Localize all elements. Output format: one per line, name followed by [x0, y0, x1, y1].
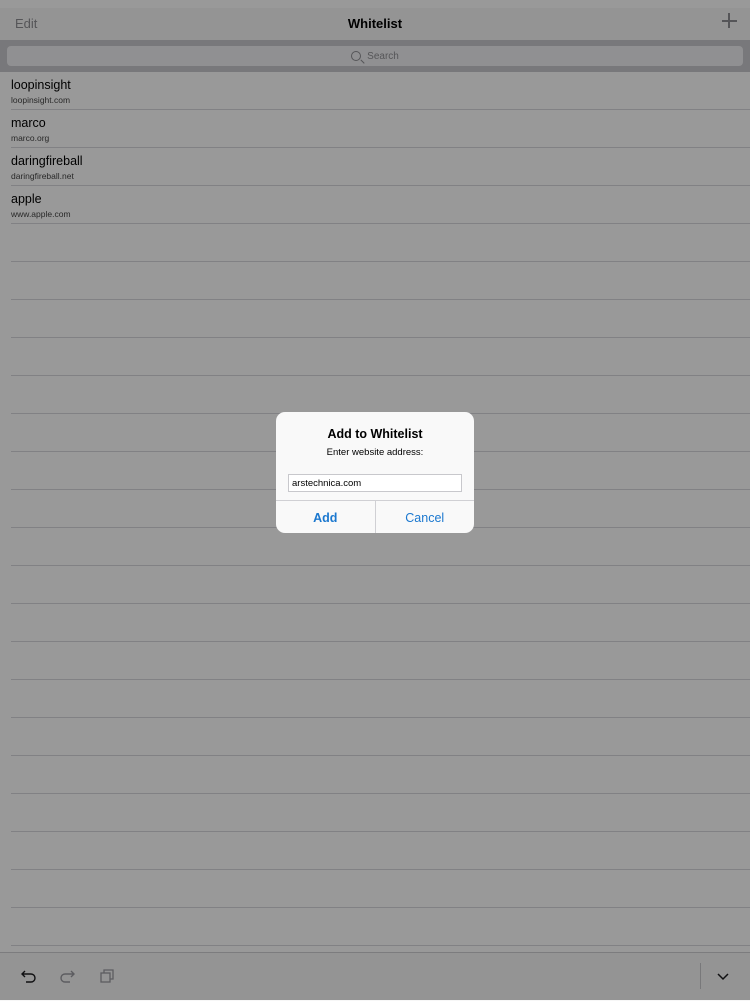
dialog-buttons: Add Cancel — [276, 500, 474, 533]
website-address-input[interactable]: arstechnica.com — [288, 474, 462, 492]
dialog-message: Enter website address: — [326, 447, 424, 458]
cancel-button[interactable]: Cancel — [376, 501, 475, 533]
add-button[interactable]: Add — [276, 501, 376, 533]
add-to-whitelist-dialog: Add to Whitelist Enter website address: … — [276, 412, 474, 533]
dialog-title: Add to Whitelist — [327, 427, 423, 441]
